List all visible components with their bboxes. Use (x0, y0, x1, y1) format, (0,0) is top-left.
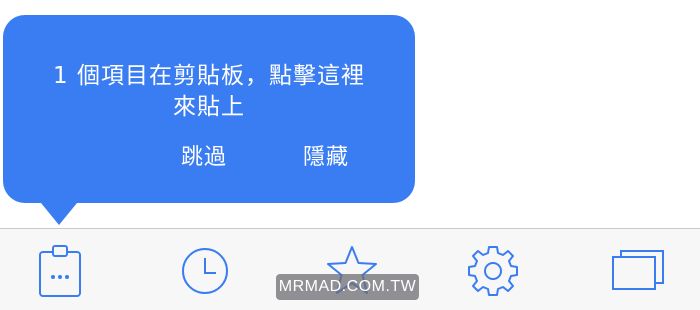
clock-icon (182, 248, 228, 294)
watermark: MRMAD.COM.TW (276, 274, 419, 300)
tab-settings[interactable] (463, 243, 523, 299)
tooltip-message-line-2: 來貼上 (173, 94, 245, 120)
tab-clipboard[interactable] (30, 243, 90, 299)
paste-hint-tooltip: 1 個項目在剪貼板，點擊這裡 來貼上 跳過 隱藏 (3, 15, 415, 203)
tooltip-arrow (41, 203, 77, 225)
tooltip-actions: 跳過 隱藏 (3, 142, 415, 174)
clipboard-icon (39, 245, 81, 297)
tooltip-message[interactable]: 1 個項目在剪貼板，點擊這裡 來貼上 (3, 61, 415, 123)
gear-icon (468, 246, 518, 296)
tooltip-message-line-1: 1 個項目在剪貼板，點擊這裡 (53, 63, 365, 89)
hide-button[interactable]: 隱藏 (303, 142, 349, 174)
screen: 1 個項目在剪貼板，點擊這裡 來貼上 跳過 隱藏 MRMAD.COM.TW (0, 0, 700, 310)
windows-icon (612, 250, 664, 290)
tab-history[interactable] (175, 243, 235, 299)
tab-windows[interactable] (607, 243, 667, 299)
skip-button[interactable]: 跳過 (181, 142, 227, 174)
